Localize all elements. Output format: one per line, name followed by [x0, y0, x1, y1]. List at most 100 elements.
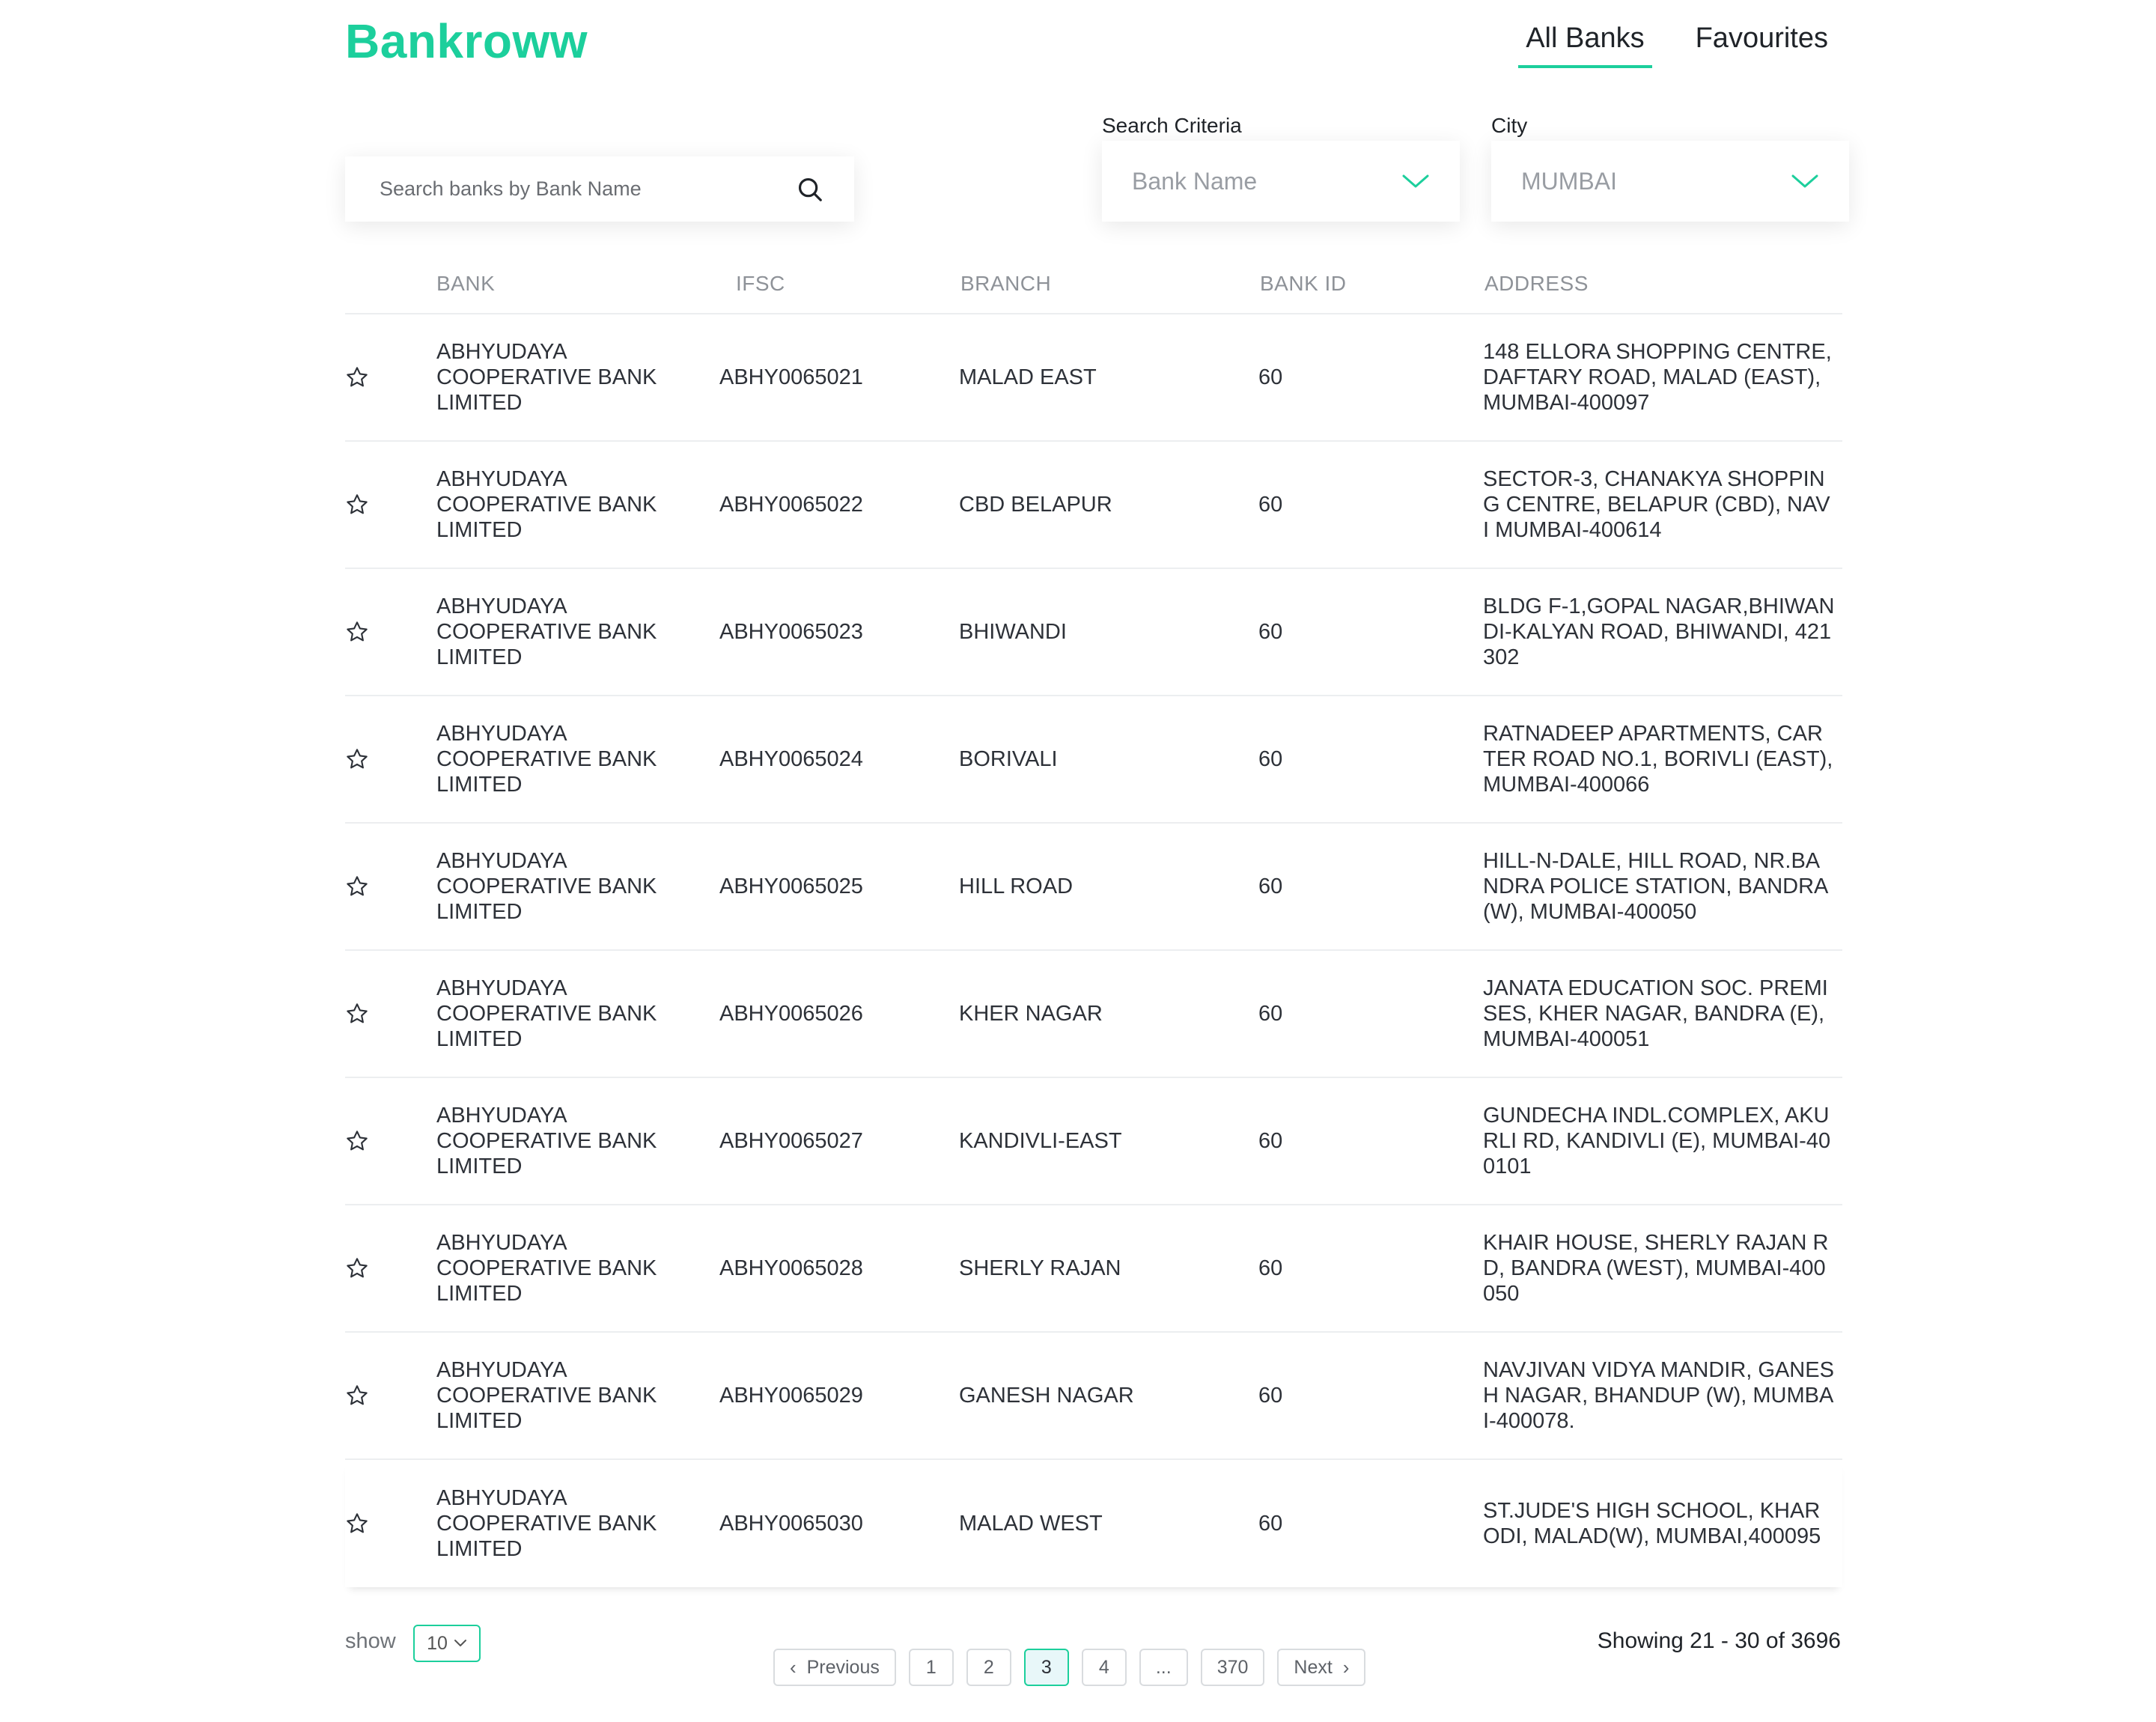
star-icon[interactable]: [345, 365, 369, 389]
page-button[interactable]: 3: [1023, 1649, 1069, 1686]
search-input[interactable]: [380, 177, 796, 201]
star-icon[interactable]: [345, 1256, 369, 1280]
cell-bank-id: 60: [1258, 1002, 1283, 1026]
table-row[interactable]: ABHYUDAYA COOPERATIVE BANK LIMITED ABHY00…: [345, 696, 1842, 824]
pagination: ‹ Previous 1 2 3 4... 370 Next ›: [773, 1649, 1366, 1686]
previous-page-button[interactable]: ‹ Previous: [773, 1649, 896, 1686]
cell-ifsc: ABHY0065028: [719, 1256, 863, 1280]
cell-address: ST.JUDE'S HIGH SCHOOL, KHARODI, MALAD(W)…: [1483, 1499, 1821, 1548]
brand-logo[interactable]: Bankroww: [345, 13, 588, 69]
table-row[interactable]: ABHYUDAYA COOPERATIVE BANK LIMITED ABHY00…: [345, 951, 1842, 1078]
search-icon[interactable]: [796, 175, 824, 204]
cell-address: GUNDECHA INDL.COMPLEX, AKURLI RD, KANDIV…: [1483, 1104, 1831, 1178]
cell-address: 148 ELLORA SHOPPING CENTRE, DAFTARY ROAD…: [1483, 340, 1832, 415]
page-button[interactable]: 4: [1081, 1649, 1127, 1686]
cell-bank: ABHYUDAYA COOPERATIVE BANK LIMITED: [436, 722, 657, 797]
table-row[interactable]: ABHYUDAYA COOPERATIVE BANK LIMITED ABHY00…: [345, 824, 1842, 951]
star-icon[interactable]: [345, 1384, 369, 1408]
star-icon[interactable]: [345, 747, 369, 771]
cell-address: KHAIR HOUSE, SHERLY RAJAN RD, BANDRA (WE…: [1483, 1231, 1829, 1306]
show-label: show: [345, 1629, 396, 1653]
cell-bank-id: 60: [1258, 1384, 1283, 1408]
table-row[interactable]: ABHYUDAYA COOPERATIVE BANK LIMITED ABHY00…: [345, 314, 1842, 442]
star-icon[interactable]: [345, 874, 369, 898]
cell-branch: CBD BELAPUR: [959, 493, 1112, 517]
main-nav: All Banks Favourites: [1518, 22, 1836, 68]
star-icon[interactable]: [345, 1002, 369, 1026]
cell-bank-id: 60: [1258, 620, 1283, 644]
chevron-right-icon: ›: [1342, 1655, 1350, 1679]
page-size-select[interactable]: 10: [413, 1625, 481, 1662]
cell-ifsc: ABHY0065023: [719, 620, 863, 644]
star-icon[interactable]: [345, 620, 369, 644]
page-ellipsis: ...: [1139, 1649, 1188, 1686]
table-row[interactable]: ABHYUDAYA COOPERATIVE BANK LIMITED ABHY00…: [345, 1078, 1842, 1205]
chevron-down-icon: [1791, 174, 1818, 188]
cell-bank: ABHYUDAYA COOPERATIVE BANK LIMITED: [436, 849, 657, 924]
page-button[interactable]: 1: [908, 1649, 954, 1686]
cell-ifsc: ABHY0065022: [719, 493, 863, 517]
header-ifsc[interactable]: IFSC: [736, 272, 785, 296]
cell-address: JANATA EDUCATION SOC. PREMISES, KHER NAG…: [1483, 976, 1828, 1051]
star-icon[interactable]: [345, 1129, 369, 1153]
search-criteria-select[interactable]: Bank Name: [1102, 141, 1460, 222]
cell-branch: BHIWANDI: [959, 620, 1067, 644]
cell-branch: KANDIVLI-EAST: [959, 1129, 1122, 1153]
city-value: MUMBAI: [1521, 167, 1617, 195]
cell-branch: KHER NAGAR: [959, 1002, 1103, 1026]
cell-ifsc: ABHY0065027: [719, 1129, 863, 1153]
cell-branch: MALAD EAST: [959, 365, 1097, 389]
header-address[interactable]: ADDRESS: [1484, 272, 1589, 296]
cell-branch: BORIVALI: [959, 747, 1058, 771]
cell-bank-id: 60: [1258, 1512, 1283, 1536]
cell-ifsc: ABHY0065025: [719, 874, 863, 898]
header-branch[interactable]: BRANCH: [960, 272, 1051, 296]
cell-address: NAVJIVAN VIDYA MANDIR, GANESH NAGAR, BHA…: [1483, 1358, 1834, 1433]
cell-bank-id: 60: [1258, 1256, 1283, 1280]
table-row[interactable]: ABHYUDAYA COOPERATIVE BANK LIMITED ABHY00…: [345, 1333, 1842, 1460]
cell-branch: GANESH NAGAR: [959, 1384, 1134, 1408]
cell-bank: ABHYUDAYA COOPERATIVE BANK LIMITED: [436, 1104, 657, 1178]
city-label: City: [1491, 114, 1528, 137]
page-button[interactable]: 2: [966, 1649, 1011, 1686]
city-select[interactable]: MUMBAI: [1491, 141, 1849, 222]
table-row[interactable]: ABHYUDAYA COOPERATIVE BANK LIMITED ABHY00…: [345, 1205, 1842, 1333]
cell-bank-id: 60: [1258, 747, 1283, 771]
cell-bank: ABHYUDAYA COOPERATIVE BANK LIMITED: [436, 1231, 657, 1306]
header-bank-id[interactable]: BANK ID: [1260, 272, 1347, 296]
search-criteria-label: Search Criteria: [1102, 114, 1242, 137]
cell-ifsc: ABHY0065029: [719, 1384, 863, 1408]
cell-address: SECTOR-3, CHANAKYA SHOPPING CENTRE, BELA…: [1483, 467, 1830, 542]
page-button[interactable]: 370: [1200, 1649, 1265, 1686]
page-numbers: 1 2 3 4... 370: [908, 1649, 1265, 1686]
table-header: BANK IFSC BRANCH BANK ID ADDRESS: [345, 255, 1842, 314]
next-label: Next: [1294, 1656, 1333, 1678]
star-icon[interactable]: [345, 493, 369, 517]
cell-bank: ABHYUDAYA COOPERATIVE BANK LIMITED: [436, 976, 657, 1051]
cell-bank-id: 60: [1258, 365, 1283, 389]
chevron-left-icon: ‹: [790, 1655, 797, 1679]
page-size-value: 10: [427, 1632, 448, 1654]
chevron-down-icon: [1402, 174, 1429, 188]
cell-bank: ABHYUDAYA COOPERATIVE BANK LIMITED: [436, 467, 657, 542]
previous-label: Previous: [806, 1656, 880, 1678]
header-bank[interactable]: BANK: [436, 272, 495, 296]
tab-favourites[interactable]: Favourites: [1688, 22, 1836, 68]
cell-ifsc: ABHY0065024: [719, 747, 863, 771]
cell-ifsc: ABHY0065021: [719, 365, 863, 389]
cell-bank-id: 60: [1258, 1129, 1283, 1153]
cell-branch: MALAD WEST: [959, 1512, 1103, 1536]
table-body: ABHYUDAYA COOPERATIVE BANK LIMITED ABHY00…: [345, 314, 1842, 1587]
table-row[interactable]: ABHYUDAYA COOPERATIVE BANK LIMITED ABHY00…: [345, 569, 1842, 696]
search-bar: [345, 156, 854, 222]
table-row[interactable]: ABHYUDAYA COOPERATIVE BANK LIMITED ABHY00…: [345, 1460, 1842, 1587]
cell-bank: ABHYUDAYA COOPERATIVE BANK LIMITED: [436, 340, 657, 415]
tab-all-banks[interactable]: All Banks: [1518, 22, 1653, 68]
star-icon[interactable]: [345, 1512, 369, 1536]
cell-branch: HILL ROAD: [959, 874, 1074, 898]
chevron-down-icon: [454, 1640, 466, 1646]
cell-address: RATNADEEP APARTMENTS, CARTER ROAD NO.1, …: [1483, 722, 1833, 797]
table-row[interactable]: ABHYUDAYA COOPERATIVE BANK LIMITED ABHY00…: [345, 442, 1842, 569]
cell-ifsc: ABHY0065026: [719, 1002, 863, 1026]
next-page-button[interactable]: Next ›: [1277, 1649, 1366, 1686]
